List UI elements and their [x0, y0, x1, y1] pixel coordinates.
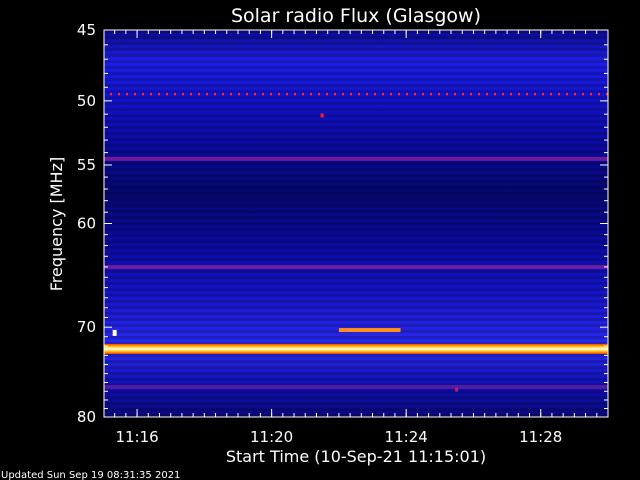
- y-axis-label: Frequency [MHz]: [47, 157, 66, 291]
- emission-spot: [112, 329, 117, 336]
- band-strong-emission: [104, 343, 608, 354]
- y-tick-label: 50: [77, 92, 96, 110]
- radio-burst: [338, 328, 401, 333]
- band-emission-line: [104, 384, 608, 389]
- x-axis-label: Start Time (10-Sep-21 11:15:01): [226, 447, 486, 466]
- emission-spot: [455, 387, 459, 392]
- y-tick-label: 45: [77, 21, 96, 39]
- y-tick-label: 60: [77, 215, 96, 233]
- updated-timestamp: Updated Sun Sep 19 08:31:35 2021: [1, 470, 180, 480]
- emission-spot: [320, 113, 324, 118]
- x-tick-label: 11:20: [250, 428, 293, 446]
- radio-spectrogram-chart: Solar radio Flux (Glasgow) 455055607080 …: [1, 5, 609, 480]
- x-tick-label: 11:28: [519, 428, 562, 446]
- y-tick-label: 70: [77, 318, 96, 336]
- y-tick-label: 55: [77, 156, 96, 174]
- plot-texture: [104, 30, 608, 417]
- plot-area: [103, 29, 609, 418]
- band-emission-line: [104, 156, 608, 161]
- x-tick-label: 11:16: [115, 428, 158, 446]
- x-tick-label: 11:24: [385, 428, 428, 446]
- band-emission-line: [104, 264, 608, 269]
- chart-title: Solar radio Flux (Glasgow): [231, 5, 481, 27]
- y-tick-label: 80: [77, 408, 96, 426]
